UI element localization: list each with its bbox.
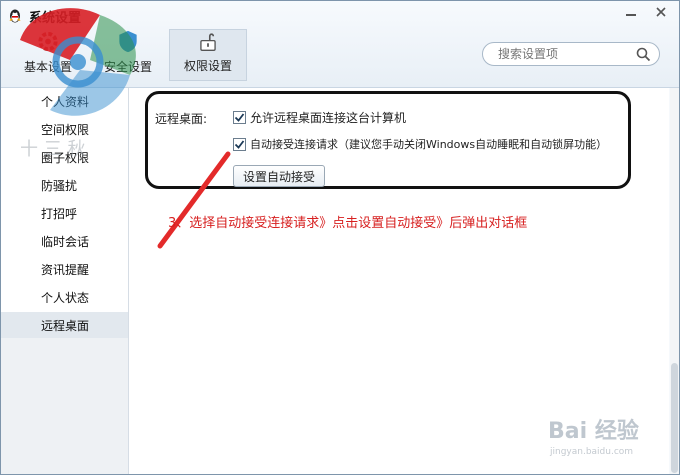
- watermark-url: jingyan.baidu.com: [550, 447, 634, 457]
- watermark-brand: Bai 经验: [548, 419, 639, 444]
- baidu-watermark: Bai 经验 jingyan.baidu.com: [540, 395, 675, 465]
- watermark-logo: 十 三 秋: [20, 8, 136, 160]
- svg-text:十 三 秋: 十 三 秋: [20, 139, 85, 160]
- annotation-text: 3、选择自动接受连接请求》点击设置自动接受》后弹出对话框: [168, 216, 528, 231]
